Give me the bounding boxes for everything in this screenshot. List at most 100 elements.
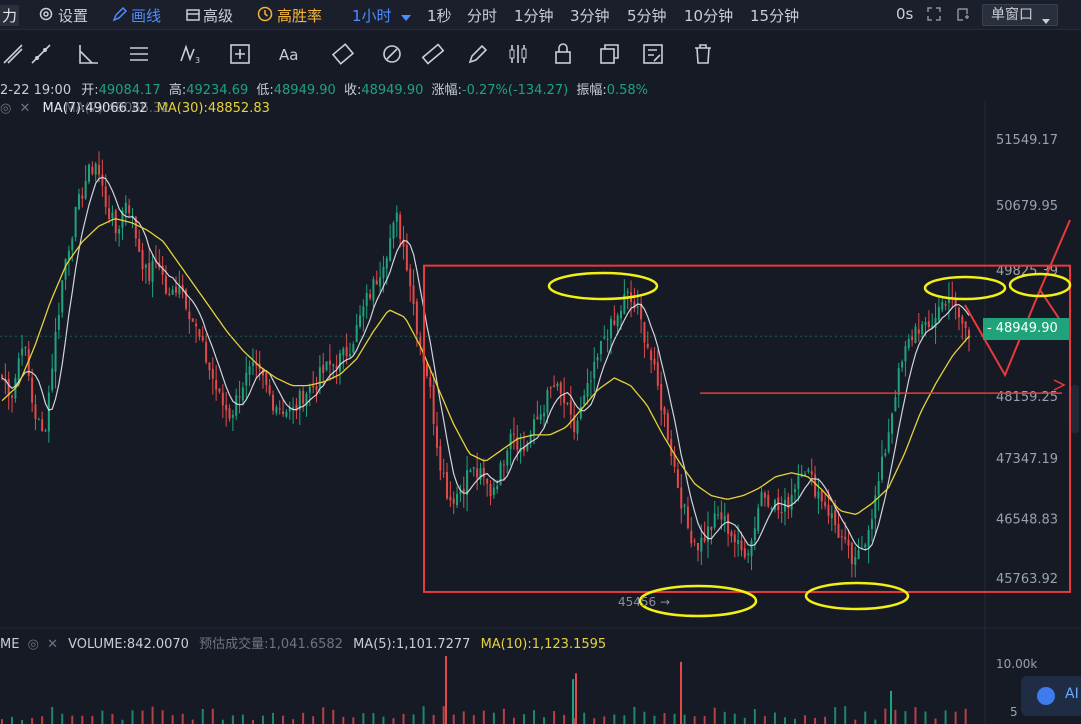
candle-body: [104, 186, 107, 207]
volume-bar: [422, 706, 425, 724]
window-mode-select[interactable]: 单窗口: [982, 4, 1058, 26]
candle-body: [141, 249, 144, 270]
candle-body: [34, 404, 37, 420]
close-value: 48949.90: [361, 83, 424, 98]
gear-icon[interactable]: [38, 6, 54, 22]
text-icon[interactable]: Aa: [277, 41, 303, 67]
candle-body: [626, 291, 629, 293]
candle-body: [693, 540, 696, 542]
candle-body: [452, 498, 455, 504]
candle-body: [660, 383, 663, 411]
partial-tab[interactable]: 力: [0, 5, 20, 26]
candle-body: [81, 195, 84, 199]
clock-icon[interactable]: [257, 6, 273, 22]
candle-body: [345, 346, 348, 357]
edit-icon[interactable]: [640, 41, 666, 67]
candle-body: [740, 540, 743, 551]
volume-bar: [312, 716, 315, 724]
advanced-button[interactable]: 高级: [203, 5, 233, 26]
trend-line-icon[interactable]: [0, 41, 26, 67]
volume-bar: [261, 715, 264, 724]
candle-body: [817, 491, 820, 499]
candle-body: [278, 408, 281, 410]
volume-bar: [553, 710, 556, 724]
interval-dropdown[interactable]: 1小时: [352, 5, 392, 26]
candle-body: [17, 358, 20, 381]
interval-5m[interactable]: 5分钟: [627, 5, 667, 26]
candle-body: [499, 462, 502, 486]
fullscreen-icon[interactable]: [926, 6, 942, 22]
candle-body: [174, 286, 177, 293]
copy-icon[interactable]: [596, 41, 622, 67]
candle-body: [489, 483, 492, 497]
candle-body: [864, 544, 867, 548]
ruler-icon[interactable]: [420, 41, 446, 67]
candle-body: [921, 324, 924, 335]
candle-body: [446, 471, 449, 499]
ai-assistant-button[interactable]: AI: [1021, 676, 1081, 716]
pencil-icon[interactable]: [112, 6, 128, 22]
candle-body: [620, 310, 623, 319]
candle-body: [780, 512, 783, 514]
pen-icon[interactable]: [465, 41, 491, 67]
candle-body: [881, 456, 884, 480]
candle-body: [456, 494, 459, 506]
horizontal-lines-icon[interactable]: [126, 41, 152, 67]
eraser-icon[interactable]: [379, 41, 405, 67]
parallel-lines-icon[interactable]: [28, 41, 54, 67]
wave-icon[interactable]: 3: [178, 41, 204, 67]
low-price-marker: 45456 →: [618, 595, 670, 609]
candle-body: [840, 536, 843, 538]
close-icon[interactable]: ✕: [47, 637, 58, 652]
volume-bar: [934, 718, 937, 724]
candle-body: [897, 368, 900, 396]
candle-body: [576, 420, 579, 434]
interval-timeshare[interactable]: 分时: [467, 5, 497, 26]
candle-body: [151, 260, 154, 283]
settings-button[interactable]: 设置: [58, 5, 88, 26]
volume-bar: [282, 715, 285, 724]
eye-icon[interactable]: ◎: [28, 637, 39, 652]
interval-3m[interactable]: 3分钟: [570, 5, 610, 26]
candle-body: [707, 526, 710, 542]
volume-spike: [575, 673, 577, 724]
candle-body: [472, 467, 475, 469]
candle-body: [827, 504, 830, 516]
volume-bar: [231, 715, 234, 724]
candle-body: [41, 419, 44, 432]
high-win-button[interactable]: 高胜率: [277, 5, 322, 26]
angle-icon[interactable]: [76, 41, 102, 67]
interval-1s[interactable]: 1秒: [427, 5, 452, 26]
close-icon[interactable]: ✕: [19, 101, 30, 116]
panel-icon[interactable]: [185, 6, 201, 22]
candle-body: [847, 539, 850, 546]
candle-body: [814, 474, 817, 497]
candle-body: [352, 344, 355, 353]
interval-10m[interactable]: 10分钟: [684, 5, 733, 26]
high-label: 高:: [168, 83, 187, 98]
eye-icon[interactable]: ◎: [0, 101, 11, 116]
interval-15m[interactable]: 15分钟: [750, 5, 799, 26]
volume-spike: [572, 679, 574, 724]
measure-icon[interactable]: [227, 41, 253, 67]
side-scroll-handle[interactable]: [1071, 385, 1079, 433]
chevron-down-icon[interactable]: [400, 9, 416, 25]
candle-body: [144, 264, 147, 268]
candle-body: [549, 387, 552, 389]
volume-bar: [794, 718, 797, 724]
interval-1m[interactable]: 1分钟: [514, 5, 554, 26]
brush-icon[interactable]: [330, 41, 356, 67]
screenshot-icon[interactable]: [955, 6, 971, 22]
candle-body: [589, 380, 592, 382]
candle-body: [924, 321, 927, 325]
candle-icon[interactable]: [505, 41, 531, 67]
volume-bar: [914, 707, 917, 724]
candle-body: [328, 360, 331, 365]
trash-icon[interactable]: [690, 41, 716, 67]
volume-bar: [834, 707, 837, 724]
candle-body: [676, 469, 679, 489]
candle-body: [533, 419, 536, 436]
draw-line-button[interactable]: 画线: [131, 5, 161, 26]
lock-icon[interactable]: [550, 41, 576, 67]
volume-bar: [543, 717, 546, 724]
